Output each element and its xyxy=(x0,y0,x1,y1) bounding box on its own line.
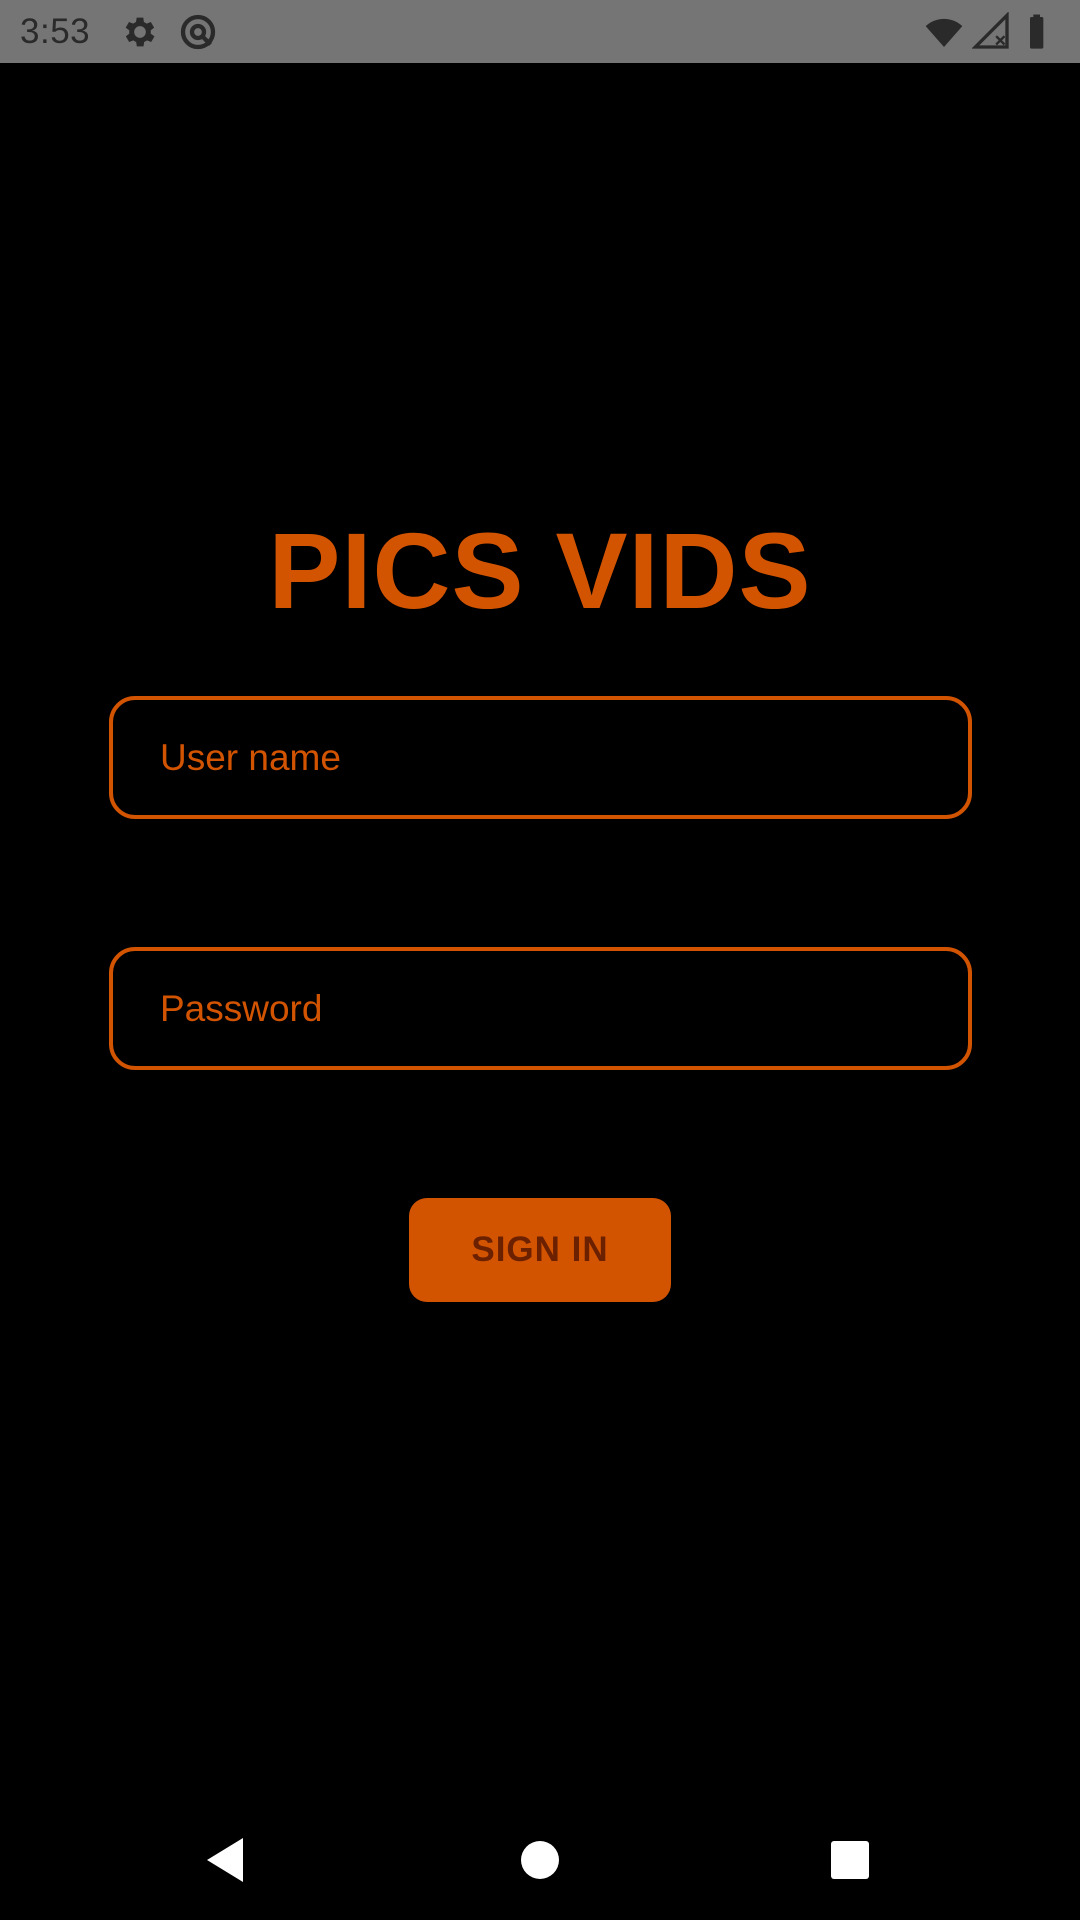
status-right-icons xyxy=(924,11,1060,52)
username-field[interactable] xyxy=(109,696,972,819)
recents-square-icon[interactable] xyxy=(820,1830,880,1890)
status-bar: 3:53 xyxy=(0,0,1080,63)
username-input[interactable] xyxy=(160,736,968,779)
sign-in-button[interactable]: SIGN IN xyxy=(409,1198,671,1302)
cell-signal-icon xyxy=(972,11,1012,52)
home-circle-icon[interactable] xyxy=(510,1830,570,1890)
at-sign-notification-icon xyxy=(178,12,218,52)
navigation-bar xyxy=(0,1800,1080,1920)
wifi-icon xyxy=(924,12,964,52)
back-triangle-icon[interactable] xyxy=(195,1830,255,1890)
password-field[interactable] xyxy=(109,947,972,1070)
app-title: PICS VIDS xyxy=(268,510,812,631)
login-screen: 3:53 PICS VIDS User name SIGN IN xyxy=(0,0,1080,1920)
battery-icon xyxy=(1020,12,1060,52)
password-input[interactable] xyxy=(160,987,968,1030)
status-time: 3:53 xyxy=(20,11,91,51)
settings-gear-icon xyxy=(120,12,160,52)
